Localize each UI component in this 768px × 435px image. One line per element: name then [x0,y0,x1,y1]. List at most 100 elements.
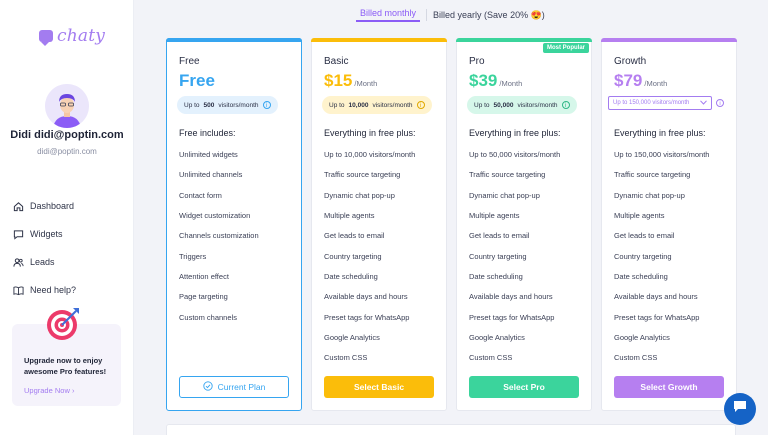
feature-item: Attention effect [179,272,229,282]
chaty-logo[interactable]: chaty [39,26,105,46]
current-plan-button[interactable]: Current Plan [179,376,289,398]
price-unit: /Month [354,79,378,88]
sidebar-nav: Dashboard Widgets Leads Need help? [12,192,122,304]
feature-item: Date scheduling [324,272,378,282]
feature-item: Preset tags for WhatsApp [614,312,700,322]
includes-heading: Everything in free plus: [614,128,706,138]
plan-title: Free [179,56,200,67]
info-icon[interactable]: i [416,101,425,109]
visitors-badge: Up to 10,000 visitors/month i [322,96,432,114]
feature-item: Up to 10,000 visitors/month [324,150,416,159]
feature-item: Multiple agents [324,211,375,221]
feature-list: Unlimited widgets Unlimited channels Con… [179,150,259,333]
select-pro-button[interactable]: Select Pro [469,376,579,398]
feature-item: Get leads to email [614,231,675,241]
visitors-suffix: visitors/month [372,101,413,109]
info-icon[interactable]: i [716,99,724,107]
feature-item: Available days and hours [614,292,698,302]
plan-price: Free [179,71,215,90]
plan-price: $39/Month [469,71,522,91]
home-icon [12,200,24,212]
upgrade-message: Upgrade now to enjoy awesome Pro feature… [24,356,107,376]
card-accent-bar [166,38,302,42]
visitors-badge: Up to 500 visitors/month i [177,96,278,114]
billed-yearly-tab[interactable]: Billed yearly (Save 20% 😍) [433,10,545,21]
feature-item: Available days and hours [469,292,553,302]
sidebar-item-label: Dashboard [30,201,75,211]
feature-item: Multiple agents [469,211,520,221]
visitors-prefix: Up to [184,101,200,109]
plan-title: Basic [324,56,349,67]
avatar [45,84,89,128]
info-icon[interactable]: i [262,101,271,109]
user-email: didi@poptin.com [37,147,97,156]
feature-item: Custom CSS [324,353,368,363]
feature-item: Preset tags for WhatsApp [469,312,555,322]
card-accent-bar [311,38,447,42]
card-accent-bar [601,38,737,42]
price-value: $79 [614,71,643,90]
includes-heading: Everything in free plus: [469,128,561,138]
visitors-prefix: Up to [474,101,490,109]
visitors-select[interactable]: Up to 150,000 visitors/month [608,96,712,110]
billed-monthly-tab[interactable]: Billed monthly [356,8,421,22]
info-icon[interactable]: i [561,101,570,109]
user-name: Didi didi@poptin.com [10,129,124,141]
upgrade-card: Upgrade now to enjoy awesome Pro feature… [12,308,121,406]
feature-item: Custom CSS [469,353,513,363]
feature-item: Get leads to email [469,231,530,241]
sidebar-item-need-help[interactable]: Need help? [12,276,122,304]
plan-card-free: Free Free Up to 500 visitors/month i Fre… [166,38,302,411]
sidebar-item-label: Leads [30,257,55,267]
feature-item: Google Analytics [614,333,670,343]
visitors-count: 50,000 [493,101,514,109]
select-basic-button[interactable]: Select Basic [324,376,434,398]
feature-item: Up to 150,000 visitors/month [614,150,710,159]
price-value: $39 [469,71,498,90]
book-icon [12,284,24,296]
feature-item: Dynamic chat pop-up [614,190,685,200]
price-value: $15 [324,71,353,90]
feature-item: Preset tags for WhatsApp [324,312,410,322]
plan-price: $15/Month [324,71,377,91]
feature-item: Available days and hours [324,292,408,302]
toggle-divider [426,9,428,21]
visitors-suffix: visitors/month [218,101,259,109]
feature-item: Channels customization [179,231,259,241]
upgrade-now-link[interactable]: Upgrade Now › [24,386,74,395]
feature-item: Traffic source targeting [324,170,401,180]
plan-card-basic: Basic $15/Month Up to 10,000 visitors/mo… [311,38,447,411]
chat-logo-icon [39,30,53,46]
visitors-badge: Up to 50,000 visitors/month i [467,96,577,114]
sidebar-item-leads[interactable]: Leads [12,248,122,276]
users-icon [12,256,24,268]
plan-card-pro: Most Popular Pro $39/Month Up to 50,000 … [456,38,592,411]
sidebar-item-label: Widgets [30,229,63,239]
feature-item: Contact form [179,190,222,200]
visitors-count: 500 [203,101,215,109]
feature-item: Multiple agents [614,211,665,221]
feature-item: Country targeting [614,251,672,261]
feature-list: Up to 10,000 visitors/month Traffic sour… [324,150,415,374]
includes-heading: Everything in free plus: [324,128,416,138]
sidebar-item-widgets[interactable]: Widgets [12,220,122,248]
visitors-count: 10,000 [348,101,369,109]
includes-heading: Free includes: [179,128,236,138]
feature-item: Custom CSS [614,353,658,363]
button-label: Current Plan [217,382,266,392]
plan-title: Growth [614,56,647,67]
feature-item: Dynamic chat pop-up [469,190,540,200]
target-icon [45,306,81,342]
feature-list: Up to 150,000 visitors/month Traffic sou… [614,150,709,374]
billing-toggle: Billed monthly Billed yearly (Save 20% 😍… [356,8,545,22]
sidebar: chaty Didi didi@poptin.com didi@poptin.c… [0,0,134,435]
select-growth-button[interactable]: Select Growth [614,376,724,398]
sidebar-item-dashboard[interactable]: Dashboard [12,192,122,220]
most-popular-badge: Most Popular [542,43,589,53]
check-circle-icon [202,381,213,393]
plan-price: $79/Month [614,71,667,91]
chat-widget-button[interactable] [724,393,756,425]
chat-bubble-icon [732,399,748,419]
card-accent-bar [456,38,592,42]
feature-item: Country targeting [324,251,382,261]
